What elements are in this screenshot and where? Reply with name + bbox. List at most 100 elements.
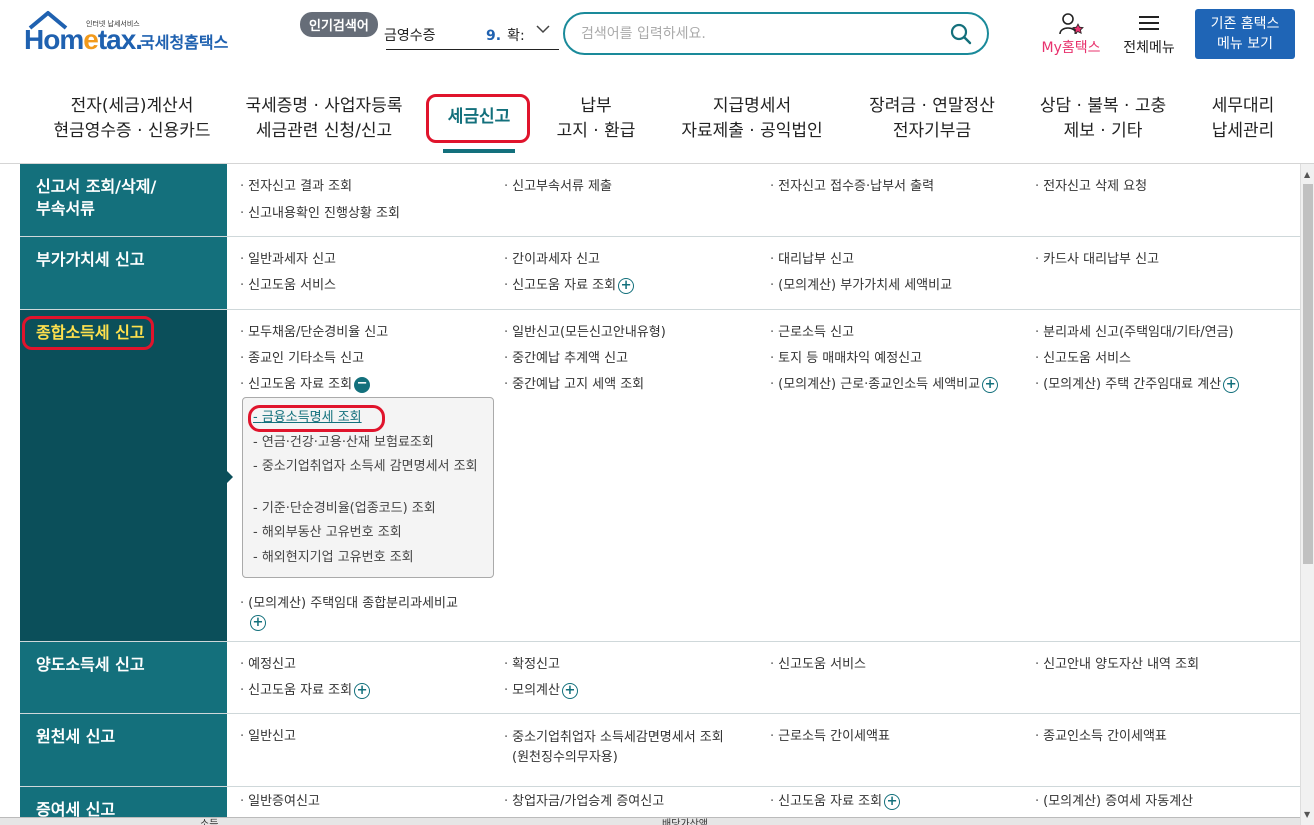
menu-item[interactable]: · 모의계산 + (504, 682, 578, 700)
menu-item[interactable]: · 신고도움 자료 조회 + (240, 682, 371, 700)
menu-item[interactable]: · (모의계산) 증여세 자동계산 (1035, 793, 1193, 811)
search-icon[interactable] (949, 22, 973, 46)
menu-item[interactable]: · 전자신고 결과 조회 (240, 178, 352, 196)
menu-item[interactable]: · 중소기업취업자 소득세감면명세서 조회 (원천징수의무자용) (504, 728, 724, 768)
menu-item[interactable]: · 전자신고 삭제 요청 (1035, 178, 1147, 196)
menu-item[interactable]: · 신고도움 서비스 (770, 656, 866, 674)
submenu-item[interactable]: - 중소기업취업자 소득세 감면명세서 조회 (253, 458, 483, 476)
menu-item[interactable]: · 토지 등 매매차익 예정신고 (770, 350, 922, 368)
gnb-label: 상담 · 불복 · 고충 (1039, 96, 1167, 116)
menu-item[interactable]: · 신고도움 서비스 (240, 277, 336, 295)
category-label[interactable]: 양도소득세 신고 (20, 642, 227, 714)
collapse-minus-icon[interactable]: − (354, 376, 371, 393)
submenu-item[interactable]: - 해외부동산 고유번호 조회 (253, 524, 488, 542)
search-box (563, 12, 989, 55)
highlight-oval (426, 94, 530, 143)
logo-nts-text: 국세청홈택스 (140, 33, 229, 52)
submenu-item[interactable]: - 연금·건강·고용·산재 보험료조회 (253, 434, 488, 452)
category-label-active[interactable]: 종합소득세 신고 (20, 310, 227, 642)
menu-item[interactable]: · (모의계산) 주택임대 종합분리과세비교 + (240, 594, 458, 632)
popular-search-badge: 인기검색어 (300, 12, 378, 37)
category-label[interactable]: 부가가치세 신고 (20, 237, 227, 310)
menu-item[interactable]: · 신고안내 양도자산 내역 조회 (1035, 656, 1199, 674)
menu-item[interactable]: · (모의계산) 근로·종교인소득 세액비교 + (770, 376, 999, 394)
old-hometax-line2: 메뉴 보기 (1217, 36, 1273, 52)
gnb-e-invoice[interactable]: 전자(세금)계산서 현금영수증 · 신용카드 (43, 94, 221, 144)
popular-keyword[interactable]: 금영수증 (384, 25, 436, 45)
menu-item[interactable]: · 모두채움/단순경비율 신고 (240, 324, 388, 342)
menu-item[interactable]: · 일반신고 (240, 728, 296, 746)
logo-wordmark: Hometax. (24, 24, 143, 55)
menu-item[interactable]: · 대리납부 신고 (770, 251, 854, 269)
menu-item[interactable]: · 중간예납 고지 세액 조회 (504, 376, 644, 394)
chevron-down-icon[interactable] (536, 22, 550, 38)
menu-item[interactable]: · 신고내용확인 진행상황 조회 (240, 205, 400, 223)
menu-item[interactable]: · 창업자금/가업승계 증여신고 (504, 793, 664, 811)
menu-item[interactable]: · 예정신고 (240, 656, 296, 674)
scroll-up-icon[interactable]: ▲ (1304, 170, 1310, 179)
menu-item[interactable]: · 카드사 대리납부 신고 (1035, 251, 1159, 269)
expand-plus-icon[interactable]: + (982, 376, 999, 393)
my-hometax-button[interactable]: My홈택스 (1036, 12, 1106, 56)
main-navigation: 전자(세금)계산서 현금영수증 · 신용카드 국세증명 · 사업자등록 세금관련… (0, 86, 1314, 156)
menu-item[interactable]: · 일반신고(모든신고안내유형) (504, 324, 666, 342)
category-label[interactable]: 신고서 조회/삭제/부속서류 (20, 164, 170, 237)
expand-plus-icon[interactable]: + (250, 614, 266, 631)
gnb-tax-agent[interactable]: 세무대리 납세관리 (1205, 94, 1281, 144)
menu-item[interactable]: · 종교인소득 간이세액표 (1035, 728, 1167, 746)
old-hometax-menu-button[interactable]: 기존 홈택스 메뉴 보기 (1195, 9, 1295, 59)
search-input[interactable] (581, 23, 941, 45)
gnb-label: 전자기부금 (892, 121, 972, 141)
bg-cell-text: 배당가산액 (662, 819, 708, 825)
old-hometax-line1: 기존 홈택스 (1210, 16, 1280, 32)
gnb-label: 자료제출 · 공익법인 (681, 121, 823, 141)
gnb-certificates[interactable]: 국세증명 · 사업자등록 세금관련 신청/신고 (238, 94, 410, 144)
menu-item[interactable]: · 일반증여신고 (240, 793, 320, 811)
menu-item[interactable]: · (모의계산) 부가가치세 세액비교 (770, 277, 952, 295)
my-hometax-label: My홈택스 (1041, 40, 1101, 56)
gnb-payment-statement[interactable]: 지급명세서 자료제출 · 공익법인 (676, 94, 828, 144)
expand-plus-icon[interactable]: + (884, 793, 901, 810)
section-withholding: 원천세 신고 · 일반신고 · 중소기업취업자 소득세감면명세서 조회 (원천징수의무… (20, 714, 1300, 787)
gnb-active-indicator (443, 149, 515, 153)
menu-item[interactable]: · 분리과세 신고(주택임대/기타/연금) (1035, 324, 1234, 342)
menu-item[interactable]: · 신고도움 서비스 (1035, 350, 1131, 368)
submenu-item[interactable]: - 기준·단순경비율(업종코드) 조회 (253, 500, 488, 518)
menu-item[interactable]: · 근로소득 간이세액표 (770, 728, 890, 746)
user-star-icon (1059, 13, 1084, 35)
menu-item[interactable]: · 근로소득 신고 (770, 324, 854, 342)
bg-cell-text: 소득 (200, 819, 219, 825)
section-income-tax: 종합소득세 신고 · 모두채움/단순경비율 신고 · 일반신고(모든신고안내유형) … (20, 310, 1300, 642)
submenu-item[interactable]: - 해외현지기업 고유번호 조회 (253, 549, 488, 567)
submenu-box: - 금융소득명세 조회 - 연금·건강·고용·산재 보험료조회 - 중소기업취업… (242, 397, 494, 578)
scrollbar-thumb[interactable] (1303, 184, 1313, 564)
gnb-payment[interactable]: 납부 고지 · 환급 (550, 94, 642, 144)
menu-item[interactable]: · 신고부속서류 제출 (504, 178, 612, 196)
menu-item[interactable]: · 확정신고 (504, 656, 560, 674)
vertical-scrollbar[interactable]: ▲ ▼ (1300, 164, 1314, 825)
hometax-logo[interactable]: 인터넷 납세서비스 Hometax. 국세청홈택스 (22, 10, 237, 64)
menu-item[interactable]: · 전자신고 접수증·납부서 출력 (770, 178, 934, 196)
gnb-label: 국세증명 · 사업자등록 (245, 96, 403, 116)
background-table-strip: 소득 배당가산액 (0, 817, 1300, 825)
all-menu-button[interactable]: 전체메뉴 (1116, 12, 1182, 56)
gnb-consultation[interactable]: 상담 · 불복 · 고충 제보 · 기타 (1034, 94, 1172, 144)
menu-item[interactable]: · 신고도움 자료 조회 + (770, 793, 901, 811)
expand-plus-icon[interactable]: + (561, 682, 578, 699)
expand-plus-icon[interactable]: + (354, 682, 371, 699)
section-filing-lookup: 신고서 조회/삭제/부속서류 · 전자신고 결과 조회 · 신고부속서류 제출 · 전… (20, 164, 1300, 237)
expand-plus-icon[interactable]: + (618, 277, 635, 294)
popular-rank[interactable]: 9. 확: (486, 25, 525, 45)
gnb-incentive[interactable]: 장려금 · 연말정산 전자기부금 (864, 94, 1000, 144)
scroll-down-icon[interactable]: ▼ (1304, 810, 1310, 819)
menu-item[interactable]: · 일반과세자 신고 (240, 251, 336, 269)
expand-plus-icon[interactable]: + (1223, 376, 1240, 393)
menu-item[interactable]: · (모의계산) 주택 간주임대료 계산 + (1035, 376, 1240, 394)
category-label[interactable]: 원천세 신고 (20, 714, 227, 787)
menu-item-expanded[interactable]: · 신고도움 자료 조회 − (240, 376, 371, 394)
menu-item[interactable]: · 중간예납 추계액 신고 (504, 350, 628, 368)
menu-item[interactable]: · 종교인 기타소득 신고 (240, 350, 364, 368)
menu-item[interactable]: · 간이과세자 신고 (504, 251, 600, 269)
menu-item[interactable]: · 신고도움 자료 조회 + (504, 277, 635, 295)
highlight-oval (22, 316, 154, 350)
